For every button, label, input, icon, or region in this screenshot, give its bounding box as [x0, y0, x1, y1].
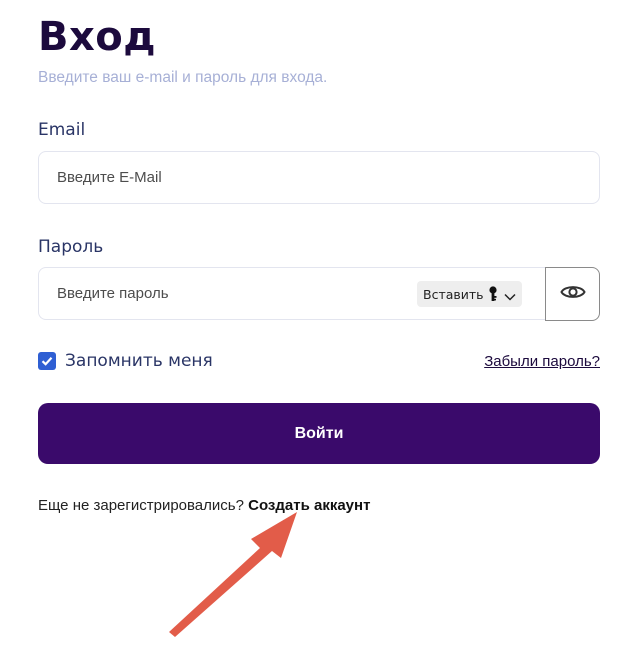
checkmark-icon: [41, 357, 53, 366]
page-title: Вход: [38, 14, 157, 60]
password-label: Пароль: [38, 237, 104, 257]
login-button[interactable]: Войти: [38, 403, 600, 464]
remember-me[interactable]: Запомнить меня: [38, 351, 213, 371]
annotation-arrow: [169, 512, 297, 637]
forgot-password-link[interactable]: Забыли пароль?: [484, 353, 600, 370]
key-icon: [487, 286, 499, 305]
register-prompt-text: Еще не зарегистрировались?: [38, 497, 249, 514]
chevron-down-icon: [504, 289, 516, 304]
remember-me-checkbox[interactable]: [38, 352, 56, 370]
eye-icon: [559, 283, 586, 306]
create-account-link[interactable]: Создать аккаунт: [248, 497, 370, 514]
email-field-container: [38, 151, 600, 204]
remember-me-label: Запомнить меня: [65, 351, 213, 371]
paste-label: Вставить: [423, 286, 484, 302]
toggle-password-visibility-button[interactable]: [545, 267, 600, 321]
register-prompt: Еще не зарегистрировались? Создать аккау…: [38, 497, 370, 514]
page-subtitle: Введите ваш e-mail и пароль для входа.: [38, 69, 328, 86]
email-field[interactable]: [39, 152, 599, 203]
email-label: Email: [38, 120, 86, 140]
paste-password-button[interactable]: Вставить: [417, 281, 522, 307]
login-page: Вход Введите ваш e-mail и пароль для вхо…: [0, 0, 619, 655]
